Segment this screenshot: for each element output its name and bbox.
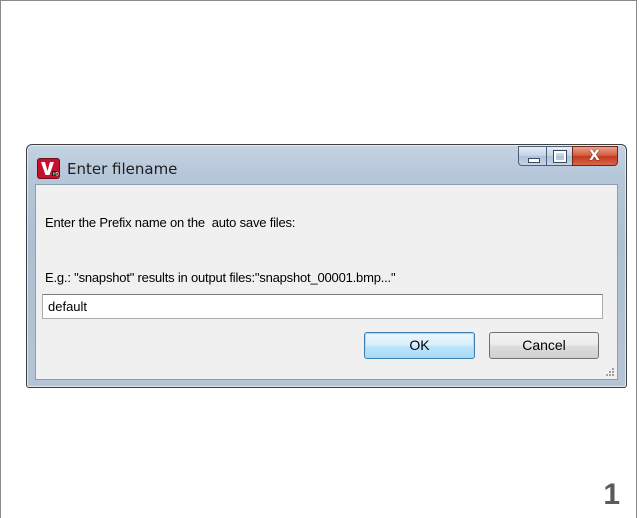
- resize-grip-icon[interactable]: [605, 367, 615, 377]
- prefix-prompt-label: Enter the Prefix name on the auto save f…: [45, 215, 296, 230]
- example-label: E.g.: "snapshot" results in output files…: [45, 270, 396, 285]
- svg-text:HD: HD: [53, 171, 59, 176]
- minimize-button[interactable]: [518, 146, 546, 166]
- cancel-button[interactable]: Cancel: [489, 332, 599, 359]
- app-logo-icon: HD: [38, 159, 59, 178]
- ok-button[interactable]: OK: [364, 332, 475, 359]
- caption-buttons: X: [518, 146, 618, 166]
- dialog-client-area: Enter the Prefix name on the auto save f…: [35, 184, 618, 380]
- dialog-title: Enter filename: [67, 160, 178, 178]
- maximize-icon: [553, 150, 567, 163]
- document-page: HD Enter filename X Enter the Prefix nam…: [0, 0, 637, 518]
- close-icon: X: [589, 148, 600, 164]
- enter-filename-dialog: HD Enter filename X Enter the Prefix nam…: [26, 144, 627, 388]
- maximize-button[interactable]: [546, 146, 572, 166]
- filename-input[interactable]: [42, 294, 603, 319]
- close-button[interactable]: X: [572, 146, 618, 166]
- page-number: 1: [603, 478, 620, 511]
- title-bar[interactable]: HD Enter filename X: [27, 145, 626, 185]
- minimize-icon: [528, 158, 540, 163]
